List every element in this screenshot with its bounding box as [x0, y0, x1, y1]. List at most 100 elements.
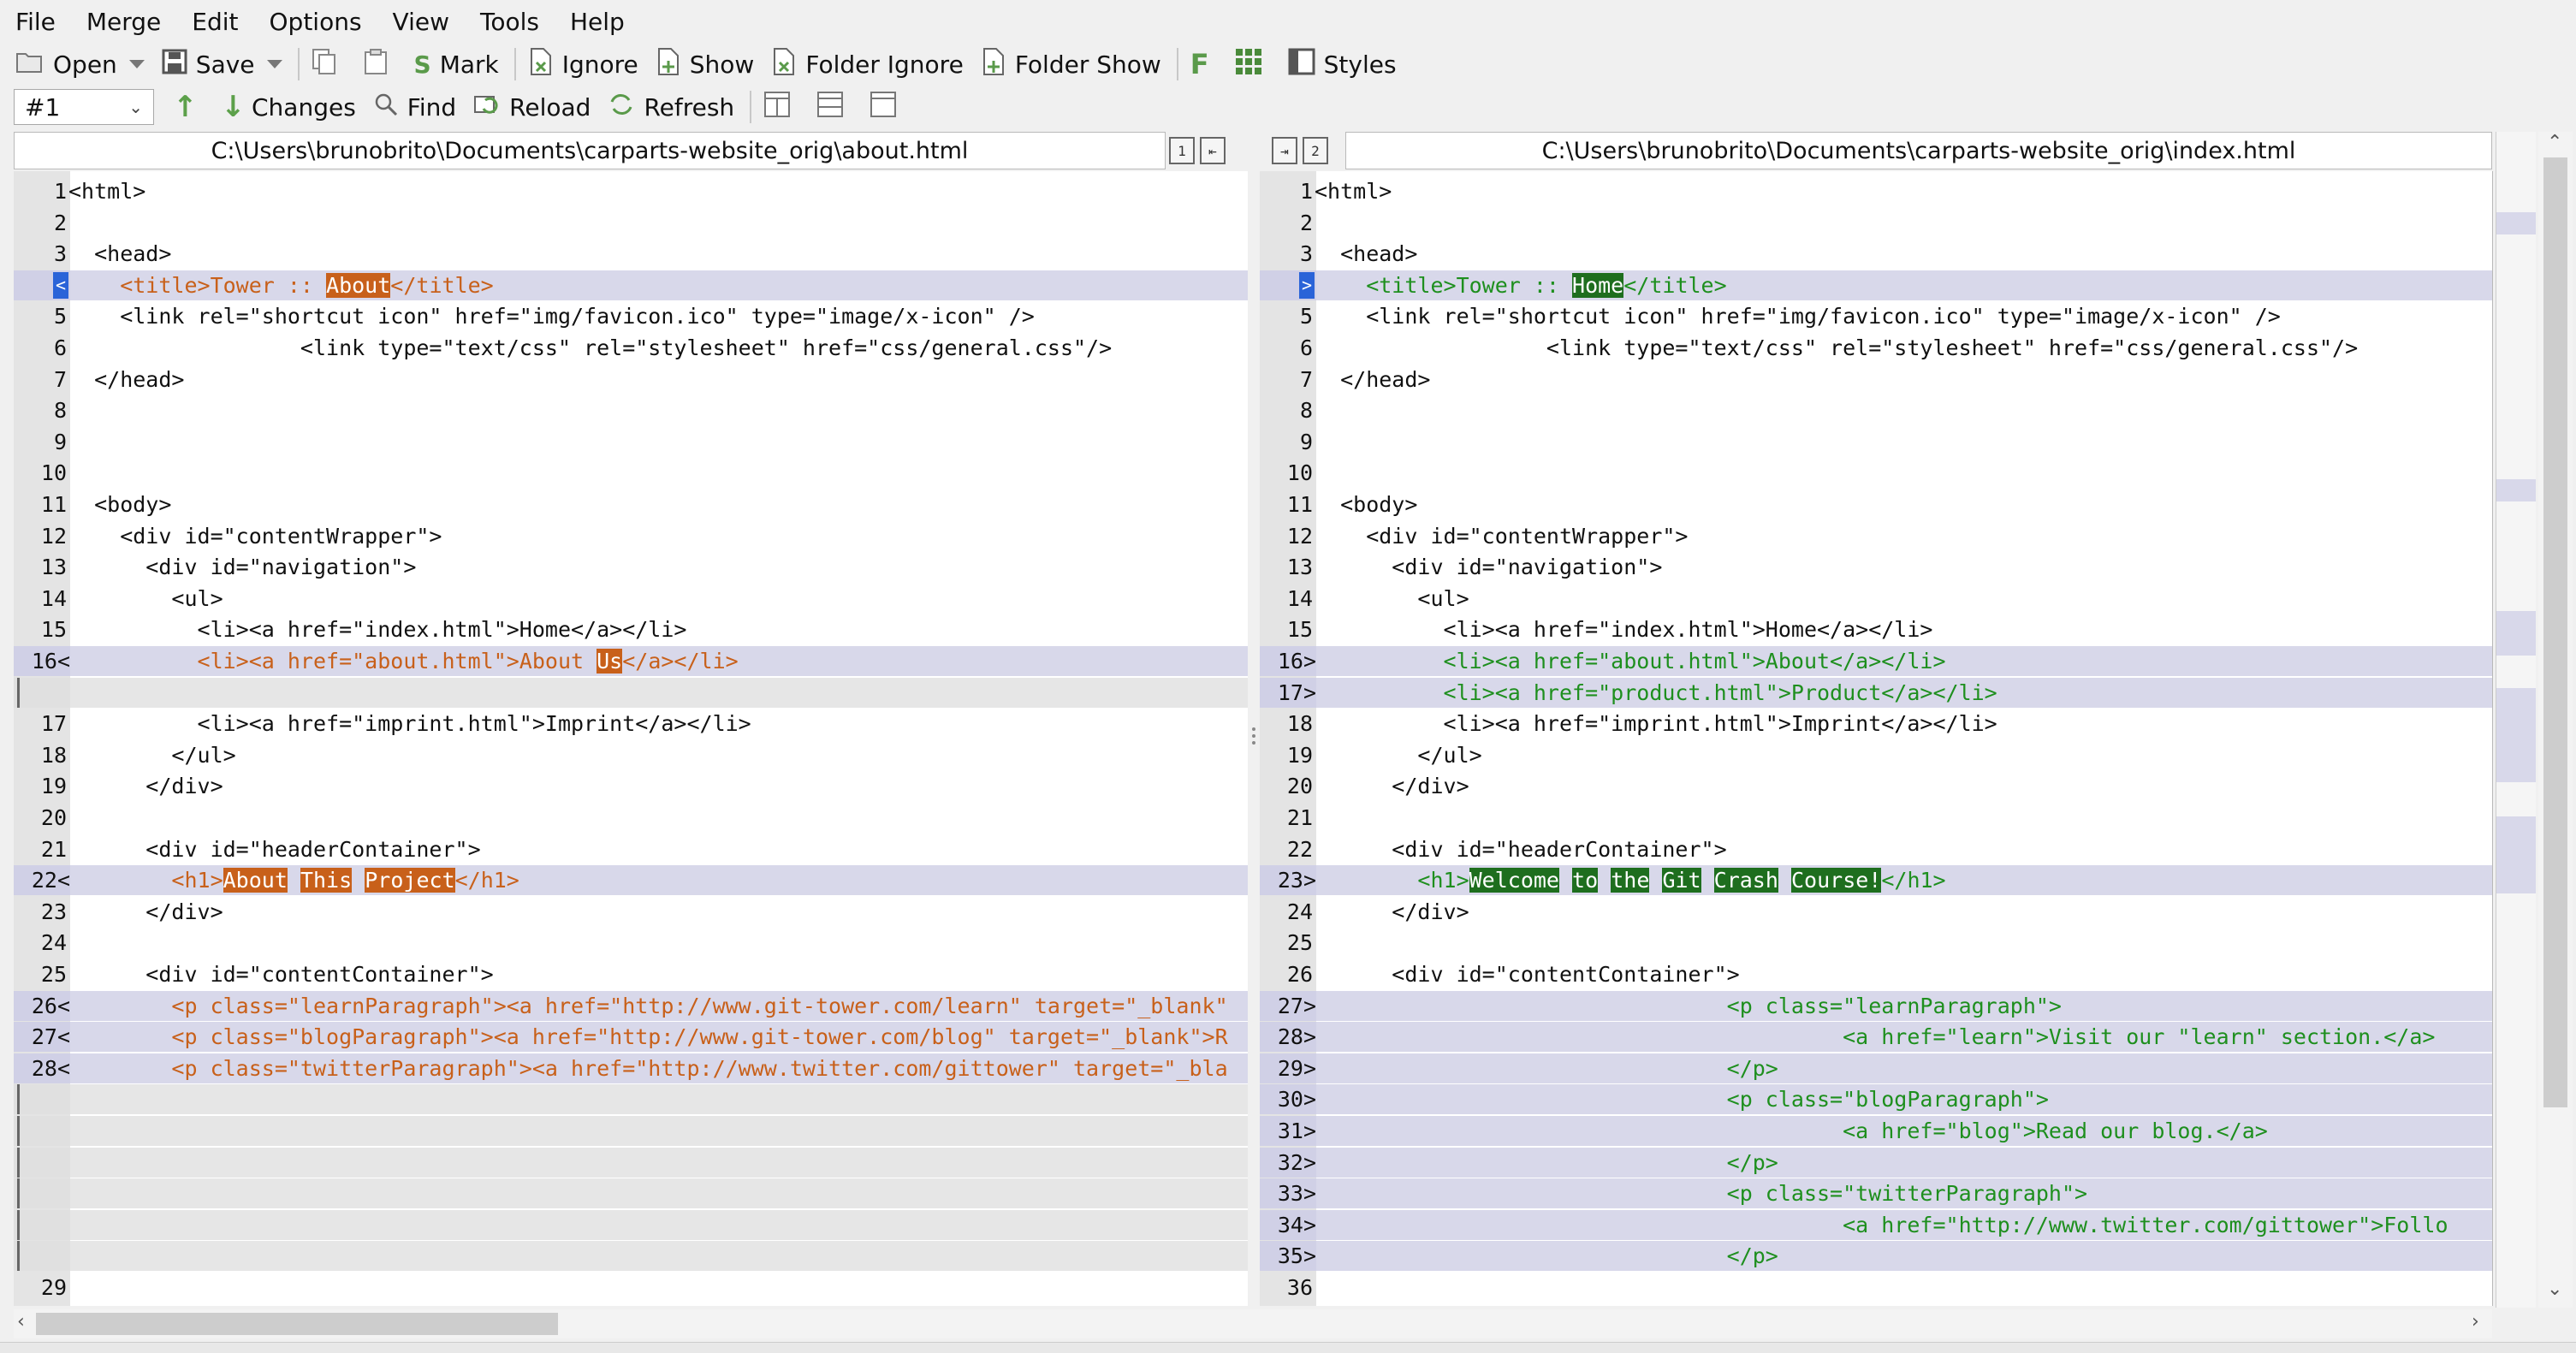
code-line[interactable]: 19 </ul> [1260, 740, 2492, 770]
ignore-button[interactable]: Ignore [521, 45, 645, 84]
copy-to-left-icon[interactable]: ⇤ [1200, 137, 1226, 164]
code-line[interactable]: 27< <p class="blogParagraph"><a href="ht… [14, 1022, 1248, 1053]
code-line[interactable]: 36 [1260, 1273, 2492, 1303]
code-line[interactable]: 25 [1260, 928, 2492, 958]
code-line[interactable]: 13 <div id="navigation"> [14, 552, 1248, 582]
code-line[interactable]: 17> <li><a href="product.html">Product</… [1260, 677, 2492, 708]
current-diff-marker-icon[interactable]: > [1299, 271, 1315, 299]
code-line[interactable]: 8 [1260, 395, 2492, 425]
code-line[interactable]: 20 [14, 803, 1248, 833]
code-line[interactable]: 32> </p> [1260, 1147, 2492, 1178]
code-line[interactable]: 26 <div id="contentContainer"> [1260, 959, 2492, 989]
code-line[interactable]: 16< <li><a href="about.html">About Us</a… [14, 646, 1248, 676]
code-line[interactable]: 22< <h1>About This Project</h1> [14, 865, 1248, 896]
code-line[interactable]: 18 <li><a href="imprint.html">Imprint</a… [1260, 709, 2492, 739]
code-line[interactable] [14, 1241, 1248, 1272]
code-line[interactable]: 3 <head> [14, 239, 1248, 269]
code-line[interactable]: 20 </div> [1260, 771, 2492, 801]
code-line[interactable] [14, 1209, 1248, 1240]
copy-button[interactable] [305, 45, 353, 84]
scroll-left-icon[interactable]: ‹ [17, 1311, 25, 1332]
code-line[interactable]: 1 <html> [1260, 176, 2492, 206]
diff-overview-ruler[interactable] [2496, 132, 2536, 1308]
right-editor-pane[interactable]: 1<html>23 <head>4> <title>Tower :: Home<… [1260, 171, 2493, 1306]
code-line[interactable]: 12 <div id="contentWrapper"> [1260, 521, 2492, 551]
code-line[interactable]: 13 <div id="navigation"> [1260, 552, 2492, 582]
code-line[interactable]: 37 <br /> [1260, 1304, 2492, 1306]
code-line[interactable]: 29> </p> [1260, 1053, 2492, 1083]
scroll-right-icon[interactable]: › [2472, 1311, 2479, 1332]
horizontal-scroll-thumb[interactable] [36, 1313, 558, 1335]
grid-button[interactable] [1228, 45, 1278, 84]
code-line[interactable]: 3 <head> [1260, 239, 2492, 269]
code-line[interactable]: 7 </head> [1260, 365, 2492, 395]
left-editor-pane[interactable]: 1<html>23 <head>4< <title>Tower :: About… [14, 171, 1249, 1306]
scroll-up-icon[interactable]: ⌃ [2547, 132, 2562, 153]
save-left-icon[interactable]: 1 [1169, 137, 1195, 164]
previous-change-button[interactable]: ↑ [166, 87, 211, 127]
code-line[interactable]: 24 </div> [1260, 897, 2492, 927]
code-line[interactable]: 16> <li><a href="about.html">About</a></… [1260, 646, 2492, 676]
code-line[interactable]: 25 <div id="contentContainer"> [14, 959, 1248, 989]
code-line[interactable]: 8 [14, 395, 1248, 425]
menu-edit[interactable]: Edit [176, 0, 253, 45]
code-line[interactable]: 19 </div> [14, 771, 1248, 801]
code-line[interactable]: 30> <p class="blogParagraph"> [1260, 1084, 2492, 1115]
code-line[interactable] [14, 1116, 1248, 1146]
code-line[interactable]: 9 [14, 427, 1248, 457]
font-button[interactable]: F [1184, 45, 1225, 84]
code-line[interactable]: 21 <div id="headerContainer"> [14, 834, 1248, 864]
vertical-scrollbar[interactable]: ⌃ ⌄ [2538, 132, 2573, 1308]
pane-splitter[interactable] [1248, 171, 1260, 1306]
styles-button[interactable]: Styles [1281, 45, 1404, 84]
code-line[interactable]: 15 <li><a href="index.html">Home</a></li… [1260, 614, 2492, 644]
horizontal-scrollbar[interactable]: ‹ › [14, 1309, 2492, 1338]
code-line[interactable]: 10 [14, 458, 1248, 488]
code-line[interactable]: 11 <body> [1260, 490, 2492, 519]
menu-merge[interactable]: Merge [71, 0, 176, 45]
code-line[interactable]: 4< <title>Tower :: About</title> [14, 270, 1248, 300]
menu-file[interactable]: File [0, 0, 71, 45]
mark-button[interactable]: S Mark [407, 45, 506, 84]
folder-ignore-button[interactable]: Folder Ignore [764, 45, 970, 84]
code-line[interactable]: 28< <p class="twitterParagraph"><a href=… [14, 1053, 1248, 1083]
vertical-scroll-thumb[interactable] [2543, 157, 2567, 1107]
layout-single-button[interactable] [863, 87, 912, 127]
code-line[interactable]: 33> <p class="twitterParagraph"> [1260, 1178, 2492, 1209]
code-line[interactable]: 2 [1260, 208, 2492, 238]
open-button[interactable]: Open [9, 45, 151, 84]
open-dropdown-icon[interactable] [128, 60, 145, 68]
paste-button[interactable] [356, 45, 404, 84]
code-line[interactable]: 14 <ul> [14, 584, 1248, 614]
code-line[interactable]: 21 [1260, 803, 2492, 833]
code-line[interactable]: 6 <link type="text/css" rel="stylesheet"… [1260, 333, 2492, 363]
code-line[interactable]: 28> <a href="learn">Visit our "learn" se… [1260, 1022, 2492, 1053]
reload-button[interactable]: Reload [466, 87, 597, 127]
code-line[interactable]: 35> </p> [1260, 1241, 2492, 1272]
diff-selector[interactable]: #1 ⌄ [14, 89, 154, 125]
code-line[interactable]: 15 <li><a href="index.html">Home</a></li… [14, 614, 1248, 644]
code-line[interactable]: 30 <br /> [14, 1304, 1248, 1306]
menu-options[interactable]: Options [254, 0, 377, 45]
code-line[interactable] [14, 677, 1248, 708]
code-line[interactable] [14, 1178, 1248, 1209]
code-line[interactable]: 5 <link rel="shortcut icon" href="img/fa… [1260, 301, 2492, 331]
code-line[interactable] [14, 1147, 1248, 1178]
current-diff-marker-icon[interactable]: < [53, 271, 68, 299]
save-button[interactable]: Save [155, 45, 289, 84]
next-change-button[interactable]: ↓ Changes [214, 87, 363, 127]
code-line[interactable]: 6 <link type="text/css" rel="stylesheet"… [14, 333, 1248, 363]
code-line[interactable]: 26< <p class="learnParagraph"><a href="h… [14, 990, 1248, 1021]
code-line[interactable]: 4> <title>Tower :: Home</title> [1260, 270, 2492, 300]
code-line[interactable]: 14 <ul> [1260, 584, 2492, 614]
code-line[interactable]: 9 [1260, 427, 2492, 457]
code-line[interactable]: 2 [14, 208, 1248, 238]
code-line[interactable]: 7 </head> [14, 365, 1248, 395]
copy-to-right-icon[interactable]: ⇥ [1272, 137, 1297, 164]
code-line[interactable]: 10 [1260, 458, 2492, 488]
menu-tools[interactable]: Tools [465, 0, 555, 45]
code-line[interactable]: 17 <li><a href="imprint.html">Imprint</a… [14, 709, 1248, 739]
code-line[interactable]: 24 [14, 928, 1248, 958]
code-line[interactable] [14, 1084, 1248, 1115]
code-line[interactable]: 23 </div> [14, 897, 1248, 927]
